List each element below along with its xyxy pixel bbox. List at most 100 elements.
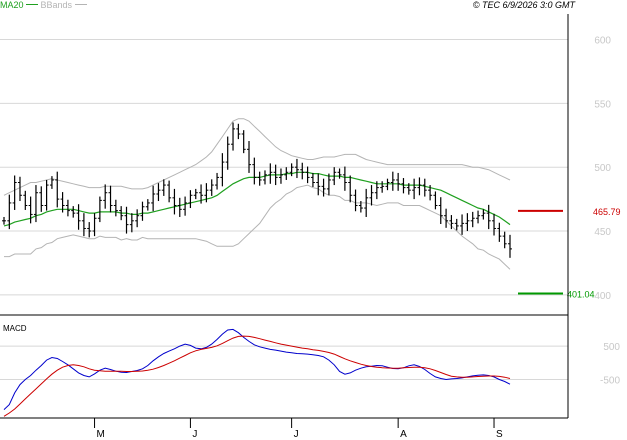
price-bar [316, 173, 321, 196]
bband-lower-line [4, 184, 511, 270]
price-axis-ticks: 400 450 500 550 600 [594, 36, 611, 302]
price-bar [247, 141, 252, 173]
price-bar [470, 211, 475, 228]
price-bar [497, 222, 502, 242]
price-bar [385, 178, 390, 191]
price-bar [486, 204, 491, 230]
price-bar [337, 168, 342, 179]
price-bar [231, 122, 236, 151]
price-bar [177, 197, 182, 217]
resistance-label: 465.79 [593, 207, 621, 217]
x-axis-month-label: S [496, 429, 503, 440]
price-bar [236, 123, 241, 140]
price-bar [28, 196, 33, 224]
x-axis-month-label: M [97, 429, 105, 440]
price-bar [55, 171, 60, 208]
price-bar [156, 183, 161, 202]
price-bar [215, 172, 220, 190]
ma20-line [3, 171, 511, 227]
price-bar [113, 199, 118, 217]
price-bar [380, 181, 385, 193]
macd-tick-label: 500 [603, 342, 620, 353]
price-bar [124, 206, 129, 234]
price-gridlines [0, 39, 568, 296]
price-bar [151, 185, 156, 212]
price-bar [294, 158, 299, 179]
price-levels: 465.79 401.04 [518, 207, 621, 300]
price-bar [390, 171, 395, 191]
price-bar [369, 185, 374, 206]
price-bar [76, 204, 81, 230]
price-bar [241, 130, 246, 154]
price-bar [417, 177, 422, 196]
price-bar [300, 162, 305, 180]
price-bar [39, 186, 44, 212]
bband-upper-line [3, 118, 511, 196]
price-bar [2, 216, 6, 225]
price-bar [401, 178, 406, 194]
price-bar [465, 213, 470, 232]
price-bar [481, 209, 486, 220]
price-bar [44, 179, 49, 211]
price-bar [433, 191, 438, 210]
price-bar [167, 180, 172, 203]
price-tick-label: 450 [594, 227, 611, 238]
price-bar [65, 199, 70, 217]
price-bar [310, 172, 315, 187]
price-bar [502, 231, 507, 249]
price-tick-label: 550 [594, 99, 611, 110]
price-bar [12, 175, 17, 210]
x-axis-month-label: A [400, 429, 407, 440]
price-bar [23, 190, 28, 210]
price-bar [17, 176, 22, 202]
price-bar [97, 196, 102, 223]
price-bar [92, 213, 97, 237]
price-bar [209, 179, 214, 196]
x-axis-month-label: J [294, 429, 299, 440]
price-bar [438, 197, 443, 224]
price-bar [508, 234, 512, 258]
price-bar [342, 166, 347, 191]
price-tick-label: 400 [594, 291, 611, 302]
price-bar [444, 208, 449, 228]
macd-line [3, 328, 511, 410]
support-label: 401.04 [567, 290, 595, 300]
price-bar [188, 190, 193, 209]
price-bar [193, 188, 198, 200]
price-bar [140, 201, 145, 221]
price-bar [454, 218, 459, 231]
price-bar [492, 213, 497, 236]
price-bar [257, 171, 262, 186]
macd-tick-label: -500 [600, 376, 620, 387]
price-bar [252, 157, 257, 185]
price-bar [348, 175, 353, 203]
macd-lines [3, 328, 511, 417]
price-bar [103, 184, 108, 209]
macd-axis-ticks: 500 -500 [600, 342, 620, 386]
price-bar [278, 168, 283, 184]
price-bar [225, 136, 230, 170]
ma20-path [3, 171, 511, 227]
price-bar [87, 222, 92, 238]
price-bar [268, 163, 273, 184]
price-bar [161, 179, 166, 196]
price-bar [396, 172, 401, 191]
price-bar [220, 153, 225, 187]
price-bar [476, 210, 481, 224]
price-bar [108, 185, 113, 213]
price-tick-label: 600 [594, 36, 611, 47]
stock-chart: 400 450 500 550 600 465.79 401.04 MACD 500 -50… [0, 14, 621, 440]
bollinger-bands [3, 118, 511, 270]
x-axis-month-label: J [192, 429, 197, 440]
x-axis: MJJAS [94, 418, 503, 440]
price-bar [183, 196, 188, 216]
price-bar [145, 199, 150, 211]
price-bar [49, 176, 54, 189]
price-bar [262, 170, 267, 185]
price-bar [135, 209, 140, 228]
macd-panel-title: MACD [3, 324, 27, 333]
price-bar [305, 166, 310, 184]
price-bar [326, 173, 331, 196]
price-bar [422, 178, 427, 197]
price-tick-label: 500 [594, 163, 611, 174]
